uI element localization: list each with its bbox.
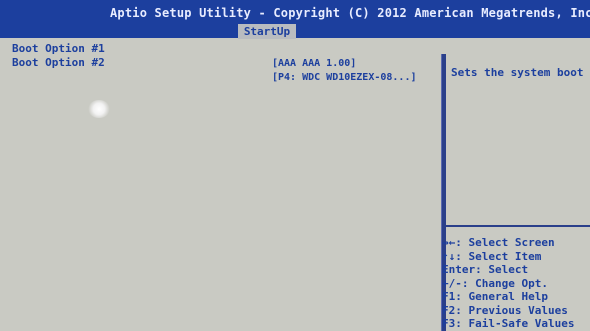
help-description: Sets the system boot [451, 66, 584, 79]
help-keys-divider [446, 225, 590, 227]
key-fail-safe-values: F3: Fail-Safe Values [442, 317, 575, 330]
key-select-item: ↑↓: Select Item [442, 250, 542, 263]
boot-option-2-value[interactable]: [P4: WDC WD10EZEX-08...] [272, 72, 417, 83]
key-enter-select: Enter: Select [442, 263, 529, 276]
screen-glare [88, 100, 110, 118]
key-previous-values: F2: Previous Values [442, 304, 568, 317]
tab-startup[interactable]: StartUp [238, 24, 296, 39]
title-bar: Aptio Setup Utility - Copyright (C) 2012… [0, 0, 590, 39]
boot-option-1-label[interactable]: Boot Option #1 [12, 42, 105, 55]
app-title: Aptio Setup Utility - Copyright (C) 2012… [110, 6, 590, 20]
key-general-help: F1: General Help [442, 290, 548, 303]
boot-option-2-label[interactable]: Boot Option #2 [12, 56, 105, 69]
key-change-opt: +/-: Change Opt. [442, 277, 548, 290]
key-select-screen: →←: Select Screen [442, 236, 555, 249]
boot-option-1-value[interactable]: [AAA AAA 1.00] [272, 58, 356, 69]
